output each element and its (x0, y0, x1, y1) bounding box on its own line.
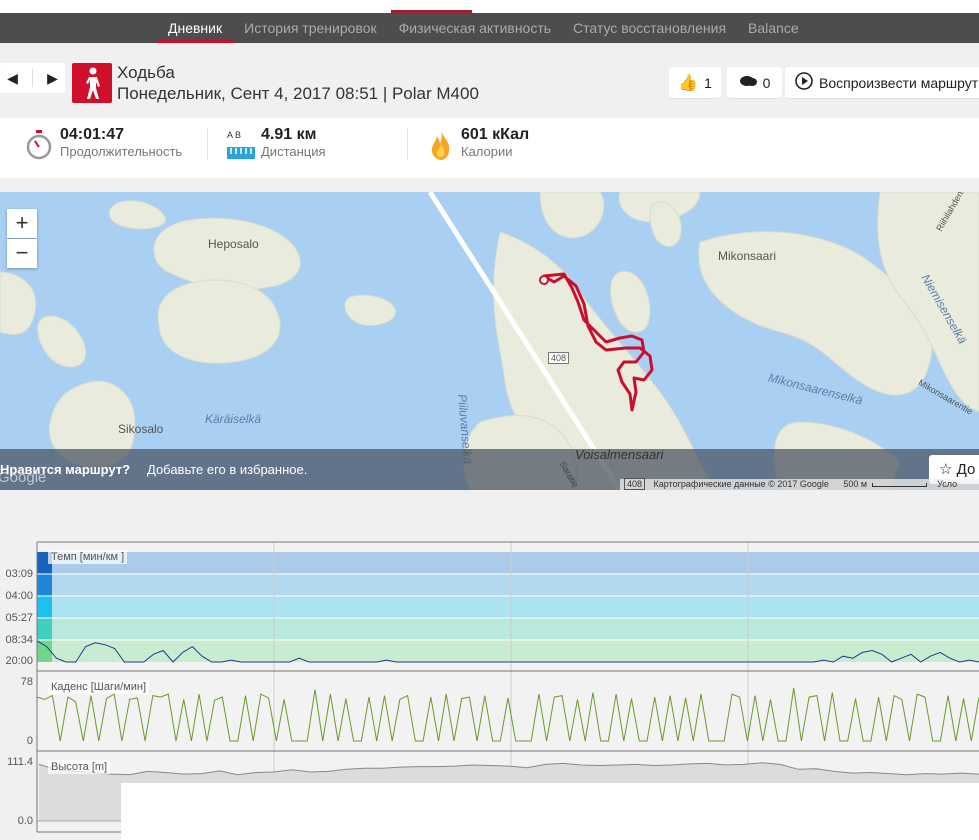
tab-balance[interactable]: Balance (737, 13, 810, 43)
map-label: Sikosalo (118, 422, 164, 436)
altitude-chart-title: Высота [m] (48, 760, 111, 774)
comment-button[interactable]: 0 (727, 67, 782, 98)
pace-zone-band (37, 640, 979, 662)
pace-zone-strip (37, 596, 52, 618)
stopwatch-icon (26, 130, 52, 165)
map-label: Voisalmensaari (575, 447, 664, 462)
top-strip (0, 0, 979, 13)
distance-label: Дистанция (261, 144, 326, 159)
pace-zone-band (37, 618, 979, 640)
altitude-tick: 111.4 (7, 756, 33, 768)
summary-stats: 04:01:47 Продолжительность A B 4.91 км Дис… (0, 118, 979, 178)
pace-zone-band (37, 552, 979, 574)
pace-tick: 03:09 (5, 568, 33, 580)
replay-route-button[interactable]: Воспроизвести маршрут (785, 67, 979, 98)
replay-label: Воспроизвести маршрут (819, 74, 979, 91)
calories-value: 601 кКал (461, 126, 530, 143)
favorite-banner: Нравится маршрут? Добавьте его в избранн… (0, 447, 979, 490)
tab-activity[interactable]: Физическая активность (388, 13, 562, 43)
zoom-in-button[interactable]: + (7, 209, 37, 238)
prev-session-icon[interactable]: ◀ (7, 70, 18, 87)
main-nav: Дневник История тренировок Физическая ак… (0, 13, 979, 43)
divider (407, 128, 408, 160)
comment-icon (739, 74, 757, 91)
divider (31, 69, 33, 87)
thumbs-up-icon: 👍 (678, 74, 699, 92)
favorite-hint: Добавьте его в избранное. (147, 462, 308, 477)
cadence-chart-title: Каденс [Шаги/мин] (48, 680, 149, 694)
duration-label: Продолжительность (60, 144, 183, 159)
distance-ab: A B (227, 130, 242, 140)
pace-zone-strip (37, 574, 52, 596)
cadence-tick: 78 (20, 676, 33, 688)
map-attribution-bar: 408 Картографические данные © 2017 Googl… (620, 478, 979, 490)
duration-value: 04:01:47 (60, 126, 125, 143)
route-map[interactable]: Heposalo Mikonsaari Sikosalo Käräiselkä … (0, 192, 979, 490)
map-label: Saratie (557, 459, 581, 490)
comment-count: 0 (762, 74, 771, 91)
map-label: Käräiselkä (205, 412, 262, 426)
play-icon (795, 72, 813, 93)
altitude-tick: 0.0 (17, 815, 33, 827)
road-sign: 408 (548, 352, 570, 364)
add-favorite-label: До (956, 461, 976, 478)
walking-icon (72, 63, 112, 103)
map-label: Mikonsaari (718, 249, 777, 263)
pace-zone-strip (37, 618, 52, 640)
pace-zone-band (37, 596, 979, 618)
session-navigator: ◀ ▶ (0, 63, 65, 93)
map-attribution: Картографические данные © 2017 Google (653, 479, 829, 489)
pace-tick: 20:00 (5, 655, 33, 667)
pace-chart-title: Темп [мин/км ] (48, 550, 128, 564)
pace-tick: 04:00 (5, 590, 33, 602)
ruler-icon (227, 146, 255, 164)
tab-training-history[interactable]: История тренировок (233, 13, 387, 43)
road-sign: 408 (624, 478, 646, 490)
zoom-out-button[interactable]: − (7, 239, 37, 268)
pace-tick: 05:27 (5, 612, 33, 624)
like-button[interactable]: 👍 1 (669, 67, 721, 98)
map-scale: 500 м (843, 479, 868, 489)
pace-zone-band (37, 574, 979, 596)
map-tiles (0, 192, 979, 490)
charts: Темп [мин/км ] Каденс [Шаги/мин] Высота … (0, 540, 979, 840)
google-logo: Google (0, 469, 47, 486)
white-overlay (121, 783, 979, 840)
calories-label: Калории (461, 144, 513, 159)
map-terms-link[interactable]: Усло (937, 479, 957, 489)
cadence-tick: 0 (26, 735, 33, 747)
pace-tick: 08:34 (5, 634, 33, 646)
activity-title: Ходьба (117, 63, 175, 82)
map-label: Heposalo (208, 237, 259, 251)
tab-diary[interactable]: Дневник (157, 13, 234, 43)
distance-value: 4.91 км (261, 126, 317, 143)
next-session-icon[interactable]: ▶ (47, 70, 58, 87)
divider (207, 128, 208, 160)
star-icon: ☆ (939, 461, 953, 478)
tab-recovery-status[interactable]: Статус восстановления (562, 13, 737, 43)
like-count: 1 (704, 74, 712, 91)
flame-icon (430, 130, 452, 165)
activity-subtitle: Понедельник, Сент 4, 2017 08:51 | Polar … (117, 84, 479, 103)
